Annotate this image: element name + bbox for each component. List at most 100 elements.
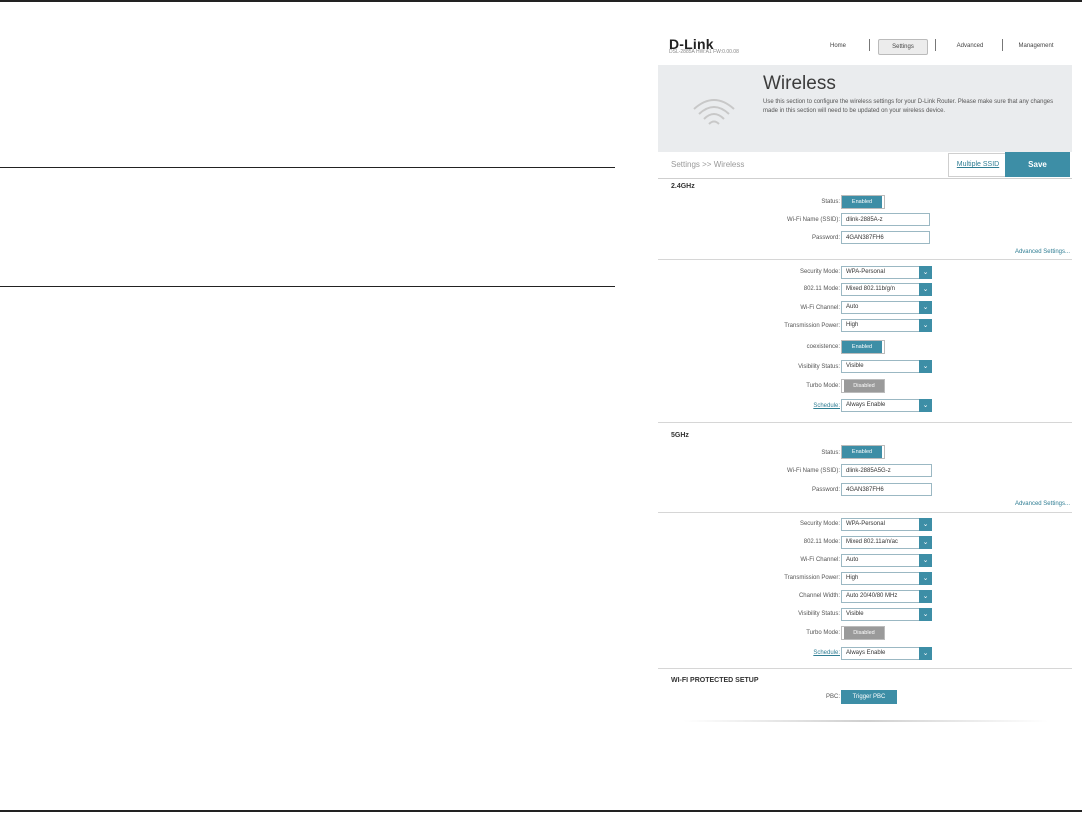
ssid-label: Wi-Fi Name (SSID):	[787, 468, 840, 474]
chevron-down-icon: ⌄	[919, 518, 932, 531]
select-value: Auto	[846, 304, 859, 310]
nav-separator	[1002, 39, 1003, 51]
schedule-select-24ghz[interactable]: Always Enable ⌄	[841, 399, 932, 412]
footer-divider	[683, 720, 1048, 722]
channel-label: Wi-Fi Channel:	[800, 305, 840, 311]
page-bottom-rule	[0, 810, 1082, 812]
divider	[658, 422, 1072, 423]
ssid-input-24ghz[interactable]: dlink-2885A-z	[841, 213, 930, 226]
password-input-5ghz[interactable]: 4GAN387FH6	[841, 483, 932, 496]
chevron-down-icon: ⌄	[919, 360, 932, 373]
select-value: WPA-Personal	[846, 521, 885, 527]
chevron-down-icon: ⌄	[919, 283, 932, 296]
save-button[interactable]: Save	[1005, 152, 1070, 177]
transmission-power-select-5ghz[interactable]: High ⌄	[841, 572, 932, 585]
select-value: Visible	[846, 363, 864, 369]
toggle-on-label: Enabled	[842, 196, 882, 208]
ssid-input-5ghz[interactable]: dlink-2885A5G-z	[841, 464, 932, 477]
select-value: High	[846, 322, 859, 328]
model-info: DSL-2885A HW:A1 FW:0.00.08	[669, 49, 739, 55]
ssid-label: Wi-Fi Name (SSID):	[787, 217, 840, 223]
nav-advanced[interactable]: Advanced	[946, 39, 994, 53]
schedule-link-24ghz[interactable]: Schedule:	[813, 403, 840, 409]
trigger-pbc-button[interactable]: Trigger PBC	[841, 690, 897, 704]
page-description: Use this section to configure the wirele…	[763, 99, 1054, 114]
nav-separator	[935, 39, 936, 51]
status-label: Status:	[821, 199, 840, 205]
select-value: WPA-Personal	[846, 269, 885, 275]
chevron-down-icon: ⌄	[919, 590, 932, 603]
channel-width-select-5ghz[interactable]: Auto 20/40/80 MHz ⌄	[841, 590, 932, 603]
page-banner: Wireless Use this section to configure t…	[658, 65, 1072, 152]
turbo-mode-label: Turbo Mode:	[806, 383, 840, 389]
chevron-down-icon: ⌄	[919, 572, 932, 585]
channel-width-label: Channel Width:	[798, 593, 840, 599]
divider	[658, 668, 1072, 669]
schedule-select-5ghz[interactable]: Always Enable ⌄	[841, 647, 932, 660]
toggle-off-label: Disabled	[844, 627, 884, 639]
document-rule-1	[0, 167, 615, 168]
select-value: Auto 20/40/80 MHz	[846, 593, 898, 599]
visibility-select-24ghz[interactable]: Visible ⌄	[841, 360, 932, 373]
password-input-24ghz[interactable]: 4GAN387FH6	[841, 231, 930, 244]
toggle-off-label: Disabled	[844, 380, 884, 392]
wireless-mode-select-24ghz[interactable]: Mixed 802.11b/g/n ⌄	[841, 283, 932, 296]
select-value: Mixed 802.11a/n/ac	[846, 539, 898, 545]
transmission-power-label: Transmission Power:	[784, 575, 840, 581]
chevron-down-icon: ⌄	[919, 536, 932, 549]
transmission-power-select-24ghz[interactable]: High ⌄	[841, 319, 932, 332]
wireless-mode-select-5ghz[interactable]: Mixed 802.11a/n/ac ⌄	[841, 536, 932, 549]
nav-home[interactable]: Home	[818, 39, 858, 53]
security-mode-label: Security Mode:	[799, 521, 840, 527]
nav-separator	[869, 39, 870, 51]
chevron-down-icon: ⌄	[919, 266, 932, 279]
document-rule-2	[0, 286, 615, 287]
chevron-down-icon: ⌄	[919, 301, 932, 314]
coexistence-label: coexistence:	[806, 344, 840, 350]
page-top-rule	[0, 0, 1082, 2]
security-mode-select-24ghz[interactable]: WPA-Personal ⌄	[841, 266, 932, 279]
channel-select-5ghz[interactable]: Auto ⌄	[841, 554, 932, 567]
chevron-down-icon: ⌄	[919, 647, 932, 660]
status-label: Status:	[821, 450, 840, 456]
select-value: Mixed 802.11b/g/n	[846, 286, 895, 292]
visibility-select-5ghz[interactable]: Visible ⌄	[841, 608, 932, 621]
schedule-link-5ghz[interactable]: Schedule:	[813, 650, 840, 656]
toolbar: Settings >> Wireless Multiple SSID Save	[658, 152, 1072, 179]
turbo-mode-toggle-24ghz[interactable]: Disabled	[841, 379, 885, 393]
chevron-down-icon: ⌄	[919, 399, 932, 412]
select-value: Always Enable	[846, 402, 886, 408]
password-label: Password:	[811, 235, 840, 241]
section-title-wps: WI-FI PROTECTED SETUP	[671, 677, 759, 684]
wireless-mode-label: 802.11 Mode:	[803, 539, 840, 545]
chevron-down-icon: ⌄	[919, 608, 932, 621]
security-mode-select-5ghz[interactable]: WPA-Personal ⌄	[841, 518, 932, 531]
pbc-label: PBC:	[825, 694, 840, 700]
nav-settings[interactable]: Settings	[878, 39, 928, 55]
password-label: Password:	[811, 487, 840, 493]
section-title-24ghz: 2.4GHz	[671, 183, 695, 190]
visibility-label: Visibility Status:	[798, 611, 840, 617]
page-title: Wireless	[763, 73, 836, 94]
chevron-down-icon: ⌄	[919, 554, 932, 567]
advanced-settings-link-24ghz[interactable]: Advanced Settings...	[1015, 249, 1070, 255]
turbo-mode-label: Turbo Mode:	[806, 630, 840, 636]
channel-label: Wi-Fi Channel:	[800, 557, 840, 563]
wifi-icon	[693, 99, 735, 125]
toggle-on-label: Enabled	[842, 341, 882, 353]
nav-management[interactable]: Management	[1010, 39, 1062, 53]
wireless-mode-label: 802.11 Mode:	[803, 286, 840, 292]
select-value: High	[846, 575, 859, 581]
security-mode-label: Security Mode:	[799, 269, 840, 275]
section-title-5ghz: 5GHz	[671, 432, 689, 439]
status-toggle-24ghz[interactable]: Enabled	[841, 195, 885, 209]
chevron-down-icon: ⌄	[919, 319, 932, 332]
select-value: Auto	[846, 557, 859, 563]
channel-select-24ghz[interactable]: Auto ⌄	[841, 301, 932, 314]
status-toggle-5ghz[interactable]: Enabled	[841, 445, 885, 459]
coexistence-toggle[interactable]: Enabled	[841, 340, 885, 354]
turbo-mode-toggle-5ghz[interactable]: Disabled	[841, 626, 885, 640]
multiple-ssid-link[interactable]: Multiple SSID	[948, 153, 1008, 177]
advanced-settings-link-5ghz[interactable]: Advanced Settings...	[1015, 501, 1070, 507]
divider	[658, 512, 1072, 513]
